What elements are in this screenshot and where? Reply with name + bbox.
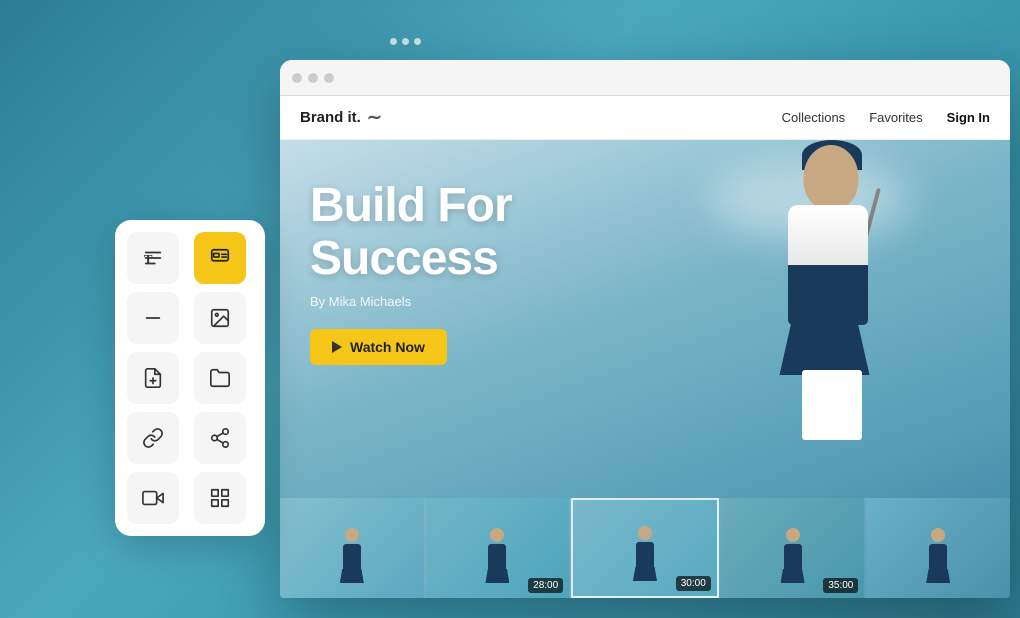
thumbnail-2[interactable]: 28:00 [426,498,570,598]
browser-window: Brand it. ∼ Collections Favorites Sign I… [280,60,1010,598]
site-nav: Brand it. ∼ Collections Favorites Sign I… [280,96,1010,140]
browser-dot-yellow [308,73,318,83]
dot-1 [390,38,397,45]
thumb-head-3 [638,526,652,540]
person-head [804,145,859,210]
grid-icon [209,487,231,509]
window-dots [390,38,421,45]
thumb-skirt-5 [926,569,950,583]
thumb-skirt-3 [633,567,657,581]
layers-icon [209,247,231,269]
toolbar-minus-button[interactable] [127,292,179,344]
link-icon [142,427,164,449]
toolbar-folder-button[interactable] [194,352,246,404]
thumb-skirt-2 [485,569,509,583]
thumb-body-1 [343,544,361,569]
dot-2 [402,38,409,45]
golfer-figure [690,145,950,445]
thumb-head-4 [786,528,800,542]
hero-content: Build For Success By Mika Michaels Watch… [310,180,512,365]
thumbnail-5[interactable] [866,498,1010,598]
share-icon [209,427,231,449]
thumb-duration-2: 28:00 [528,578,563,593]
thumb-body-3 [636,542,654,567]
image-icon [209,307,231,329]
toolbar-video-button[interactable] [127,472,179,524]
toolbar-link-button[interactable] [127,412,179,464]
toolbar-grid-button[interactable] [194,472,246,524]
logo-text: Brand it. [300,109,361,126]
thumb-duration-4: 35:00 [823,578,858,593]
thumbnails-row: 28:00 30:00 35:00 [280,498,1010,598]
browser-topbar [280,60,1010,96]
video-icon [142,487,164,509]
thumb-body-2 [488,544,506,569]
thumb-head-2 [490,528,504,542]
person-skirt [780,315,870,375]
hero-subtitle: By Mika Michaels [310,294,512,309]
play-icon [332,341,342,353]
toolbar-text-button[interactable]: T [127,232,179,284]
thumb-person-3 [630,526,660,581]
toolbar-widget: T [115,220,265,536]
person-body [788,205,868,325]
hero-section: Build For Success By Mika Michaels Watch… [280,140,1010,598]
thumb-duration-3: 30:00 [676,576,711,591]
svg-text:T: T [144,253,153,267]
toolbar-share-button[interactable] [194,412,246,464]
site-logo: Brand it. ∼ [300,107,382,128]
person-legs [802,370,862,440]
thumbnail-3[interactable]: 30:00 [571,498,719,598]
dot-3 [414,38,421,45]
thumb-skirt-4 [781,569,805,583]
browser-dot-red [292,73,302,83]
minus-icon [142,307,164,329]
thumb-skirt-1 [340,569,364,583]
folder-icon [209,367,231,389]
thumb-person-5 [923,528,953,583]
nav-collections[interactable]: Collections [782,110,846,125]
logo-mark: ∼ [367,107,382,128]
thumb-person-1 [337,528,367,583]
toolbar-image-button[interactable] [194,292,246,344]
nav-sign-in[interactable]: Sign In [947,110,990,125]
thumbnail-1[interactable] [280,498,424,598]
toolbar-layers-button[interactable] [194,232,246,284]
watch-now-button[interactable]: Watch Now [310,329,447,365]
file-icon [142,367,164,389]
thumbnail-4[interactable]: 35:00 [721,498,865,598]
thumb-head-1 [345,528,359,542]
thumb-person-4 [778,528,808,583]
thumb-head-5 [931,528,945,542]
toolbar-file-button[interactable] [127,352,179,404]
hero-title-line2: Success [310,233,512,286]
browser-dot-green [324,73,334,83]
watch-btn-label: Watch Now [350,339,425,355]
thumb-body-4 [784,544,802,569]
thumb-person-2 [482,528,512,583]
thumb-body-5 [929,544,947,569]
hero-title: Build For Success [310,180,512,286]
nav-favorites[interactable]: Favorites [869,110,922,125]
text-icon: T [142,247,164,269]
hero-title-line1: Build For [310,180,512,233]
nav-links: Collections Favorites Sign In [782,110,990,125]
